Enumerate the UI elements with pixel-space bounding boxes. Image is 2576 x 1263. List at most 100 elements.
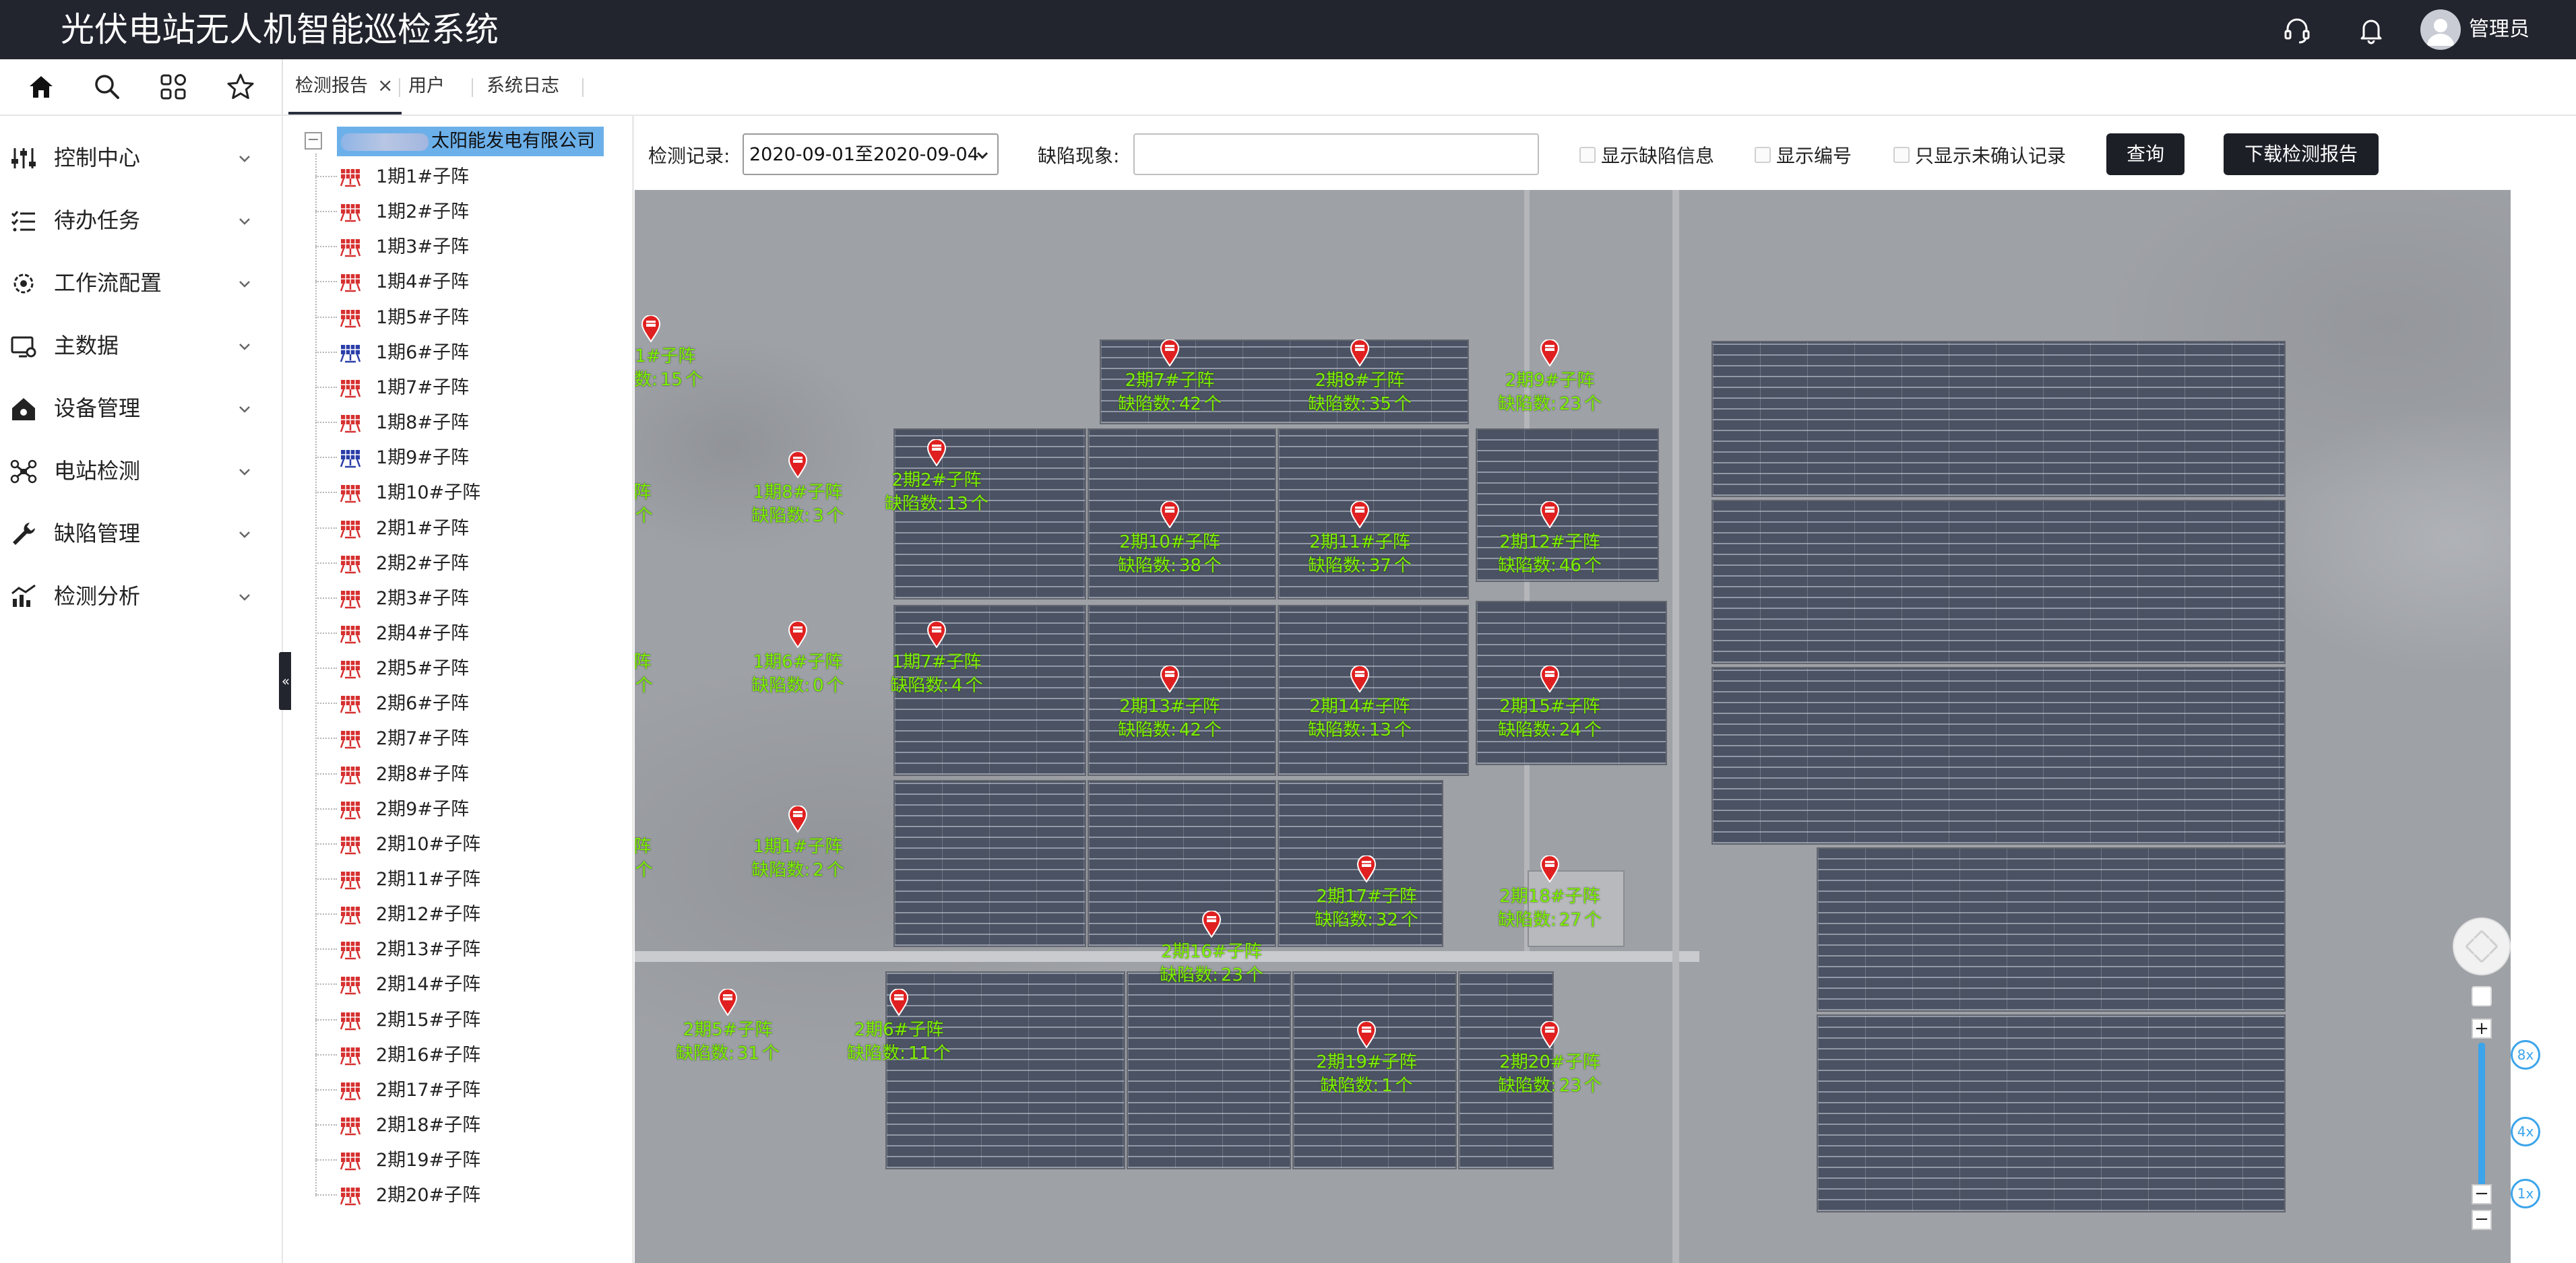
zoom-reset-button[interactable] [2472, 986, 2492, 1006]
headset-icon[interactable] [2282, 15, 2313, 46]
tree-node[interactable]: 2期14#子阵 [315, 967, 625, 1002]
map-marker-label[interactable]: 2期5#子阵 缺陷数: 31 个 [647, 1018, 809, 1066]
tree-node-label[interactable]: 2期17#子阵 [376, 1078, 480, 1103]
map-marker-label[interactable]: 2期11#子阵 缺陷数: 37 个 [1279, 531, 1441, 578]
sidebar-item-5[interactable]: 电站检测 [0, 444, 282, 498]
tree-node-label[interactable]: 1期4#子阵 [376, 269, 469, 295]
tree-node[interactable]: 1期9#子阵 [315, 440, 625, 475]
record-select-value[interactable]: 2020-09-01至2020-09-04 [749, 141, 979, 168]
tree-node-label[interactable]: 2期12#子阵 [376, 902, 480, 928]
tab-user[interactable]: 用户 [408, 73, 445, 100]
tree-node-label[interactable]: 2期1#子阵 [376, 516, 469, 542]
map-marker-icon[interactable] [788, 806, 808, 833]
tree-node[interactable]: 1期1#子阵 [315, 159, 625, 194]
tree-node[interactable]: 2期18#子阵 [315, 1107, 625, 1142]
tree-node-label[interactable]: 2期18#子阵 [376, 1113, 480, 1138]
show-number-label[interactable]: 显示编号 [1776, 143, 1852, 170]
map-marker-label[interactable]: 1期6#子阵 缺陷数: 0 个 [717, 651, 879, 698]
tree-node-label[interactable]: 2期5#子阵 [376, 656, 469, 682]
tree-node-label[interactable]: 2期10#子阵 [376, 832, 480, 857]
zoom-in-button[interactable]: + [2472, 1018, 2492, 1039]
only-unconfirmed-label[interactable]: 只显示未确认记录 [1915, 143, 2066, 170]
close-icon[interactable]: × [377, 74, 393, 96]
tree-node-label[interactable]: 1期3#子阵 [376, 234, 469, 260]
defect-input[interactable] [1133, 133, 1539, 175]
map-marker-label[interactable]: 2期10#子阵 缺陷数: 38 个 [1089, 531, 1251, 578]
map-marker-icon[interactable] [718, 989, 738, 1016]
collapse-sidebar-icon[interactable]: « [279, 652, 292, 710]
map-marker-label[interactable]: 1期7#子阵 缺陷数: 4 个 [856, 651, 1017, 698]
sidebar-item-3[interactable]: 主数据 [0, 319, 282, 373]
tree-node-label[interactable]: 1期9#子阵 [376, 445, 469, 471]
map-marker-icon[interactable] [1356, 855, 1377, 882]
tree-node[interactable]: 1期2#子阵 [315, 194, 625, 229]
zoom-out-button[interactable]: − [2472, 1210, 2492, 1230]
tree-node-label[interactable]: 2期7#子阵 [376, 726, 469, 752]
show-number-checkbox[interactable] [1755, 147, 1771, 163]
map-marker-label[interactable]: 2期15#子阵 缺陷数: 24 个 [1469, 695, 1631, 742]
show-defect-info-label[interactable]: 显示缺陷信息 [1601, 143, 1714, 170]
tree-node[interactable]: 2期12#子阵 [315, 897, 625, 932]
map-marker-icon[interactable] [1160, 501, 1180, 528]
sidebar-item-0[interactable]: 控制中心 [0, 131, 282, 185]
map-marker-label[interactable]: 1期8#子阵 缺陷数: 3 个 [717, 481, 879, 528]
tree-node[interactable]: 2期6#子阵 [315, 686, 625, 721]
tree-node-label[interactable]: 1期5#子阵 [376, 305, 469, 331]
avatar[interactable] [2420, 9, 2461, 50]
map-marker-icon[interactable] [889, 989, 909, 1016]
tab-syslog[interactable]: 系统日志 [486, 73, 559, 100]
map-marker-label[interactable]: 2期14#子阵 缺陷数: 13 个 [1279, 695, 1441, 742]
bell-icon[interactable] [2356, 15, 2387, 46]
tree-node[interactable]: 2期8#子阵 [315, 756, 625, 791]
map-marker-label[interactable]: 1期2#子阵缺陷数:3个 [635, 835, 687, 882]
map-marker-icon[interactable] [1540, 666, 1560, 692]
query-button[interactable]: 查询 [2106, 133, 2185, 175]
tree-node-label[interactable]: 1期8#子阵 [376, 410, 469, 436]
map-marker-label[interactable]: 2期16#子阵 缺陷数: 23 个 [1131, 940, 1292, 987]
sidebar-item-1[interactable]: 待办任务 [0, 193, 282, 247]
tree-node[interactable]: 2期7#子阵 [315, 721, 625, 756]
map-marker-label[interactable]: 2期2#子阵 缺陷数: 13 个 [856, 469, 1017, 516]
zoom-slider[interactable] [2478, 1043, 2485, 1190]
tree-node-label[interactable]: 2期4#子阵 [376, 621, 469, 647]
chevron-down-icon[interactable] [974, 147, 991, 163]
tree-node[interactable]: 2期13#子阵 [315, 932, 625, 967]
tree-node-label[interactable]: 2期9#子阵 [376, 797, 469, 822]
map-marker-icon[interactable] [1160, 339, 1180, 366]
tree-node[interactable]: 2期11#子阵 [315, 862, 625, 897]
pan-control[interactable] [2453, 917, 2511, 975]
zoom-mark-4x[interactable]: 4x [2511, 1117, 2540, 1146]
tree-node[interactable]: 2期16#子阵 [315, 1037, 625, 1072]
map-marker-icon[interactable] [1540, 501, 1560, 528]
home-icon[interactable] [24, 70, 58, 104]
sidebar-item-7[interactable]: 检测分析 [0, 569, 282, 623]
zoom-mark-8x[interactable]: 8x [2511, 1040, 2540, 1070]
map-marker-icon[interactable] [1350, 501, 1370, 528]
tree-node-label[interactable]: 1期6#子阵 [376, 340, 469, 366]
tree-node[interactable]: 2期2#子阵 [315, 546, 625, 581]
tree-collapse-icon[interactable]: − [305, 132, 322, 150]
map-marker-icon[interactable] [1350, 339, 1370, 366]
tree-node-label[interactable]: 1期1#子阵 [376, 164, 469, 190]
satellite-map[interactable]: 2期1#子阵缺陷数:15个1期10#子阵缺陷数:4个1期9#子阵缺陷数:0个1期… [635, 190, 2511, 1263]
tree-node-label[interactable]: 2期11#子阵 [376, 867, 480, 893]
download-report-button[interactable]: 下载检测报告 [2224, 133, 2379, 175]
tree-node[interactable]: 1期10#子阵 [315, 475, 625, 510]
tree-node-label[interactable]: 2期16#子阵 [376, 1043, 480, 1068]
tree-node-label[interactable]: 2期15#子阵 [376, 1008, 480, 1033]
map-marker-label[interactable]: 2期9#子阵 缺陷数: 23 个 [1469, 369, 1631, 416]
tree-node[interactable]: 2期15#子阵 [315, 1002, 625, 1037]
map-marker-icon[interactable] [1201, 911, 1222, 938]
tree-root-label[interactable]: 太阳能发电有限公司 [431, 127, 595, 156]
tree-node[interactable]: 1期3#子阵 [315, 229, 625, 264]
tree-node[interactable]: 1期5#子阵 [315, 300, 625, 335]
zoom-mark-1x[interactable]: 1x [2511, 1179, 2540, 1208]
map-marker-label[interactable]: 2期6#子阵 缺陷数: 11 个 [818, 1018, 980, 1066]
tree-node-label[interactable]: 2期8#子阵 [376, 762, 469, 787]
tree-node[interactable]: 2期3#子阵 [315, 581, 625, 616]
star-icon[interactable] [224, 70, 257, 104]
search-icon[interactable] [90, 70, 124, 104]
map-marker-label[interactable]: 2期19#子阵 缺陷数: 1 个 [1286, 1051, 1447, 1098]
show-defect-info-checkbox[interactable] [1579, 147, 1596, 163]
apps-grid-icon[interactable] [156, 70, 190, 104]
